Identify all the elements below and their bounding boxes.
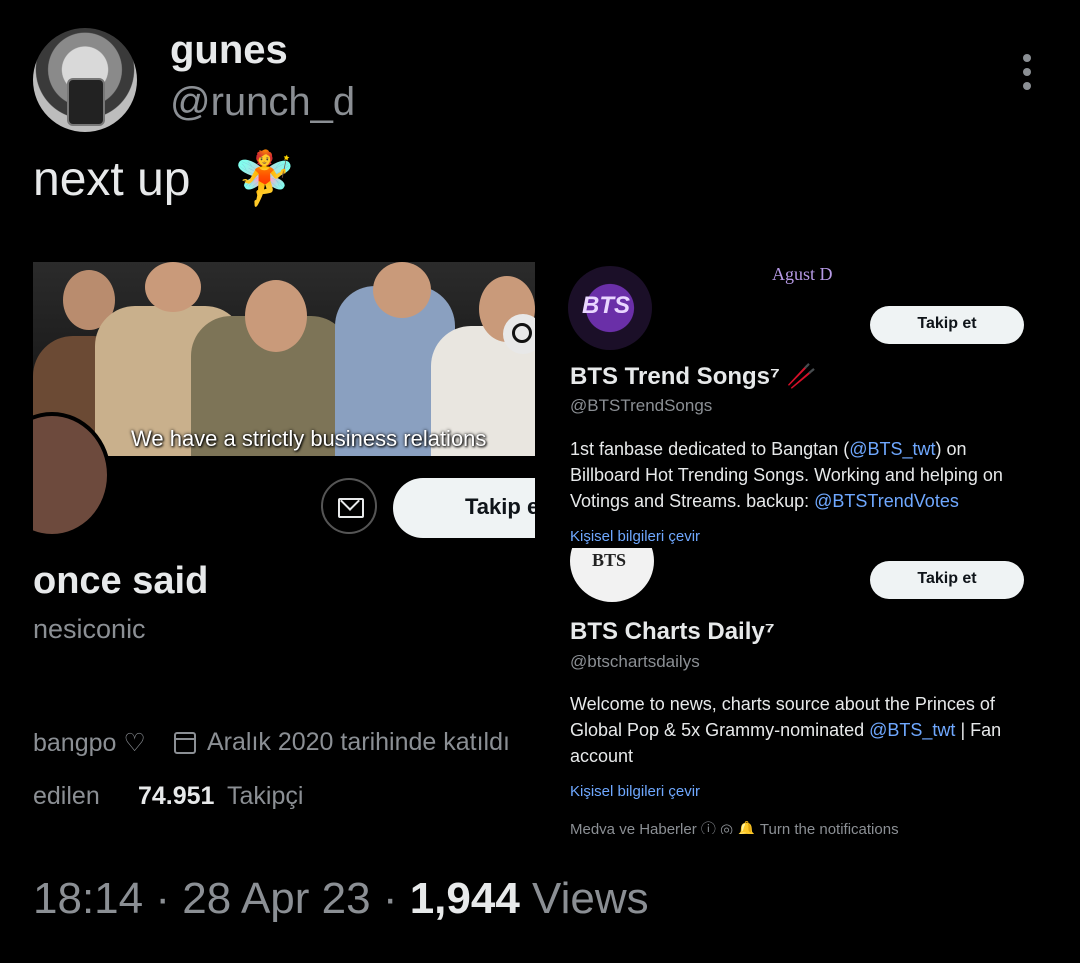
logo-text: BTS: [582, 292, 630, 319]
follow-button-label: Takip et: [917, 570, 977, 587]
account-name: BTS Trend Songs⁷ 🥢: [570, 363, 817, 390]
banner-caption: We have a strictly business relations: [131, 426, 487, 451]
author-display-name[interactable]: gunes: [170, 28, 288, 73]
follow-button[interactable]: Takip et: [870, 306, 1024, 344]
views-label: Views: [519, 874, 649, 923]
bio-mention-link[interactable]: @BTS_twt: [849, 439, 935, 459]
account-bio: Welcome to news, charts source about the…: [570, 694, 1002, 766]
account-name: BTS Charts Daily⁷: [570, 618, 775, 645]
suggested-account-card[interactable]: BTS Takip et BTS Charts Daily⁷ @btschart…: [560, 548, 1050, 834]
profile-joined-date: Aralık 2020 tarihinde katıldı: [207, 728, 510, 756]
account-logo[interactable]: BTS: [570, 548, 654, 602]
profile-screenshot-left[interactable]: We have a strictly business relations Ta…: [33, 262, 535, 842]
bio-mention-link[interactable]: @BTS_twt: [869, 720, 955, 740]
followers-count[interactable]: 74.951: [138, 782, 214, 811]
tweet-date[interactable]: 28 Apr 23: [182, 874, 370, 923]
mail-icon: [338, 498, 364, 518]
tweet-timestamp: 18:14 · 28 Apr 23 · 1,944 Views: [33, 874, 649, 923]
follow-button[interactable]: Takip et: [870, 561, 1024, 599]
follow-button-label: Takip et: [917, 315, 977, 332]
author-handle[interactable]: @runch_d: [170, 80, 355, 125]
bio-mention-link[interactable]: @BTSTrendVotes: [814, 491, 959, 511]
translate-bio-link[interactable]: Kişisel bilgileri çevir: [570, 528, 700, 544]
account-logo[interactable]: BTS: [568, 266, 652, 350]
account-handle: @BTSTrendSongs: [570, 396, 713, 415]
account-bio: 1st fanbase dedicated to Bangtan (@BTS_t…: [570, 439, 1003, 511]
more-options-icon[interactable]: [1012, 52, 1042, 92]
profile-location: bangpo ♡: [33, 729, 146, 757]
search-icon[interactable]: [503, 314, 535, 354]
logo-text: BTS: [592, 550, 627, 570]
avatar-phone-detail: [67, 78, 105, 126]
account-handle: @btschartsdailys: [570, 652, 700, 671]
fairy-emoji-icon: 🧚: [232, 150, 297, 208]
suggested-account-card[interactable]: Agust D BTS Takip et BTS Trend Songs⁷ 🥢 …: [560, 262, 1050, 544]
account-meta: Medya ve Haberler ⓘ ◎ 🔔 Turn the notific…: [570, 821, 899, 834]
tweet-text: next up: [33, 153, 191, 206]
followers-label[interactable]: Takipçi: [227, 782, 303, 811]
translate-bio-link[interactable]: Kişisel bilgileri çevir: [570, 783, 700, 800]
follow-button[interactable]: Takip e: [393, 478, 535, 538]
message-button[interactable]: [321, 478, 377, 534]
tweet-time[interactable]: 18:14: [33, 874, 143, 923]
views-count[interactable]: 1,944: [410, 874, 520, 923]
profile-name: once said: [33, 560, 209, 602]
profile-banner: We have a strictly business relations: [33, 262, 535, 456]
calendar-icon: [174, 732, 196, 754]
following-label[interactable]: edilen: [33, 782, 100, 811]
banner-text: Agust D: [772, 264, 833, 284]
profile-handle: nesiconic: [33, 614, 146, 644]
follow-button-label: Takip e: [465, 494, 535, 519]
author-avatar[interactable]: [33, 28, 137, 132]
